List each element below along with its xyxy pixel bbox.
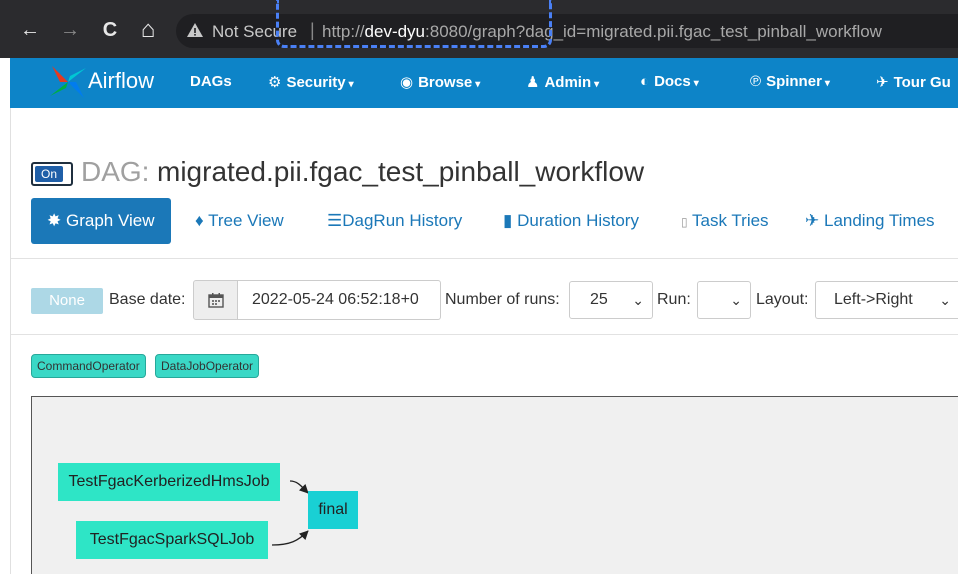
list-icon: ☰ xyxy=(327,211,343,230)
caret-down-icon: ▾ xyxy=(824,78,830,89)
caret-down-icon: ▾ xyxy=(693,78,699,89)
nav-security-label: Security xyxy=(286,74,346,91)
nav-browse-label: Browse xyxy=(418,74,473,91)
tab-task-tries-label: Task Tries xyxy=(692,211,769,230)
caret-down-icon: ▾ xyxy=(594,79,600,90)
airflow-logo-icon[interactable] xyxy=(46,62,90,102)
layout-value: Left->Right xyxy=(834,291,913,308)
tab-landing-times[interactable]: ✈ Landing Times xyxy=(805,198,935,244)
dag-page: On DAG: migrated.pii.fgac_test_pinball_w… xyxy=(10,108,958,574)
nav-browse[interactable]: ◉ Browse ▾ xyxy=(400,73,480,91)
url-host: dev-dyu xyxy=(364,22,426,41)
not-secure-label: Not Secure xyxy=(212,22,298,41)
nav-admin-label: Admin xyxy=(544,74,592,91)
edge-sparksql-to-final xyxy=(271,530,309,546)
tab-duration-label: Duration History xyxy=(517,211,639,230)
dag-graph-canvas[interactable]: TestFgacKerberizedHmsJob TestFgacSparkSQ… xyxy=(31,396,958,574)
globe-icon: ◉ xyxy=(400,74,414,91)
edge-kerberized-to-final xyxy=(289,480,309,494)
address-bar[interactable]: Not Secure | http://dev-dyu:8080/graph?d… xyxy=(176,14,958,48)
airflow-navbar: Airflow DAGs ⚙ Security ▾ ◉ Browse ▾ ♟ Admin ▾… xyxy=(10,58,958,108)
tab-dagrun-history[interactable]: ☰DagRun History xyxy=(327,198,462,244)
url-separator: | xyxy=(310,20,315,40)
chevron-down-icon: ⌄ xyxy=(632,292,644,308)
graph-icon: ✸ xyxy=(47,211,62,230)
nav-dags[interactable]: DAGs xyxy=(190,73,232,90)
user-icon: ♟ xyxy=(526,74,540,91)
base-date-input[interactable]: 2022-05-24 06:52:18+0 xyxy=(237,280,441,320)
nav-docs-label: Docs xyxy=(654,73,691,90)
airflow-brand[interactable]: Airflow xyxy=(88,68,154,94)
url-path: :8080/graph?dag_id=migrated.pii.fgac_tes… xyxy=(425,22,882,41)
nav-dags-label: DAGs xyxy=(190,73,232,90)
nav-spinner-label: Spinner xyxy=(766,73,822,90)
rocket-icon: ✈ xyxy=(876,74,889,91)
base-date-label: Base date: xyxy=(109,291,186,308)
nav-tour-guide[interactable]: ✈ Tour Gu xyxy=(876,73,951,91)
nav-docs[interactable]: ◐ Docs ▾ xyxy=(640,73,699,90)
page-title: migrated.pii.fgac_test_pinball_workflow xyxy=(157,156,645,187)
divider xyxy=(11,334,958,335)
num-runs-label: Number of runs: xyxy=(445,291,560,308)
caret-down-icon: ▾ xyxy=(348,79,354,90)
nav-spinner[interactable]: ℗ Spinner ▾ xyxy=(750,73,830,90)
task-node-kerberized-hms[interactable]: TestFgacKerberizedHmsJob xyxy=(58,463,280,501)
spinner-icon: ℗ xyxy=(750,73,762,90)
docs-icon: ◐ xyxy=(640,73,650,90)
tree-icon: ♦ xyxy=(195,211,204,230)
url-scheme: http:// xyxy=(322,22,365,41)
run-select[interactable]: ⌄ xyxy=(697,281,751,319)
plane-icon: ✈ xyxy=(805,211,820,230)
num-runs-select[interactable]: 25 ⌄ xyxy=(569,281,653,319)
layout-select[interactable]: Left->Right ⌄ xyxy=(815,281,958,319)
url-text[interactable]: http://dev-dyu:8080/graph?dag_id=migrate… xyxy=(322,22,882,42)
nav-admin[interactable]: ♟ Admin ▾ xyxy=(526,73,599,91)
forward-icon[interactable]: → xyxy=(56,16,84,44)
nav-security[interactable]: ⚙ Security ▾ xyxy=(268,73,354,91)
calendar-icon[interactable] xyxy=(193,280,239,320)
chevron-down-icon: ⌄ xyxy=(730,292,742,308)
state-none-button[interactable]: None xyxy=(31,288,103,314)
back-icon[interactable]: ← xyxy=(16,16,44,44)
bar-chart-icon: ▮ xyxy=(503,211,513,230)
tab-duration-history[interactable]: ▮ Duration History xyxy=(503,198,639,244)
dag-prefix: DAG: xyxy=(81,156,150,187)
task-node-final[interactable]: final xyxy=(308,491,358,529)
tab-task-tries[interactable]: ▯ Task Tries xyxy=(681,198,769,244)
run-label: Run: xyxy=(657,291,691,308)
nav-tour-label: Tour Gu xyxy=(893,74,951,91)
home-icon[interactable]: ⌂ xyxy=(134,16,162,44)
operator-tag-command[interactable]: CommandOperator xyxy=(31,354,146,378)
dag-pause-toggle[interactable]: On xyxy=(31,162,73,186)
tab-landing-label: Landing Times xyxy=(823,211,935,230)
reload-icon[interactable]: C xyxy=(96,16,124,44)
toggle-on-label: On xyxy=(35,166,63,182)
divider xyxy=(11,258,958,259)
task-node-sparksql[interactable]: TestFgacSparkSQLJob xyxy=(76,521,268,559)
tab-tree-view[interactable]: ♦ Tree View xyxy=(195,198,284,244)
task-tries-icon: ▯ xyxy=(681,215,688,229)
tab-tree-label: Tree View xyxy=(208,211,284,230)
tab-graph-label: Graph View xyxy=(65,211,155,230)
tab-dagrun-label: DagRun History xyxy=(342,211,463,230)
caret-down-icon: ▾ xyxy=(475,79,481,90)
warning-icon xyxy=(187,23,203,37)
browser-toolbar: ← → C ⌂ Not Secure | http://dev-dyu:8080… xyxy=(0,0,958,58)
operator-tag-datajob[interactable]: DataJobOperator xyxy=(155,354,260,378)
cogs-icon: ⚙ xyxy=(268,74,282,91)
num-runs-value: 25 xyxy=(590,291,608,308)
tab-graph-view[interactable]: ✸ Graph View xyxy=(31,198,171,244)
chevron-down-icon: ⌄ xyxy=(939,292,951,308)
layout-label: Layout: xyxy=(756,291,809,308)
